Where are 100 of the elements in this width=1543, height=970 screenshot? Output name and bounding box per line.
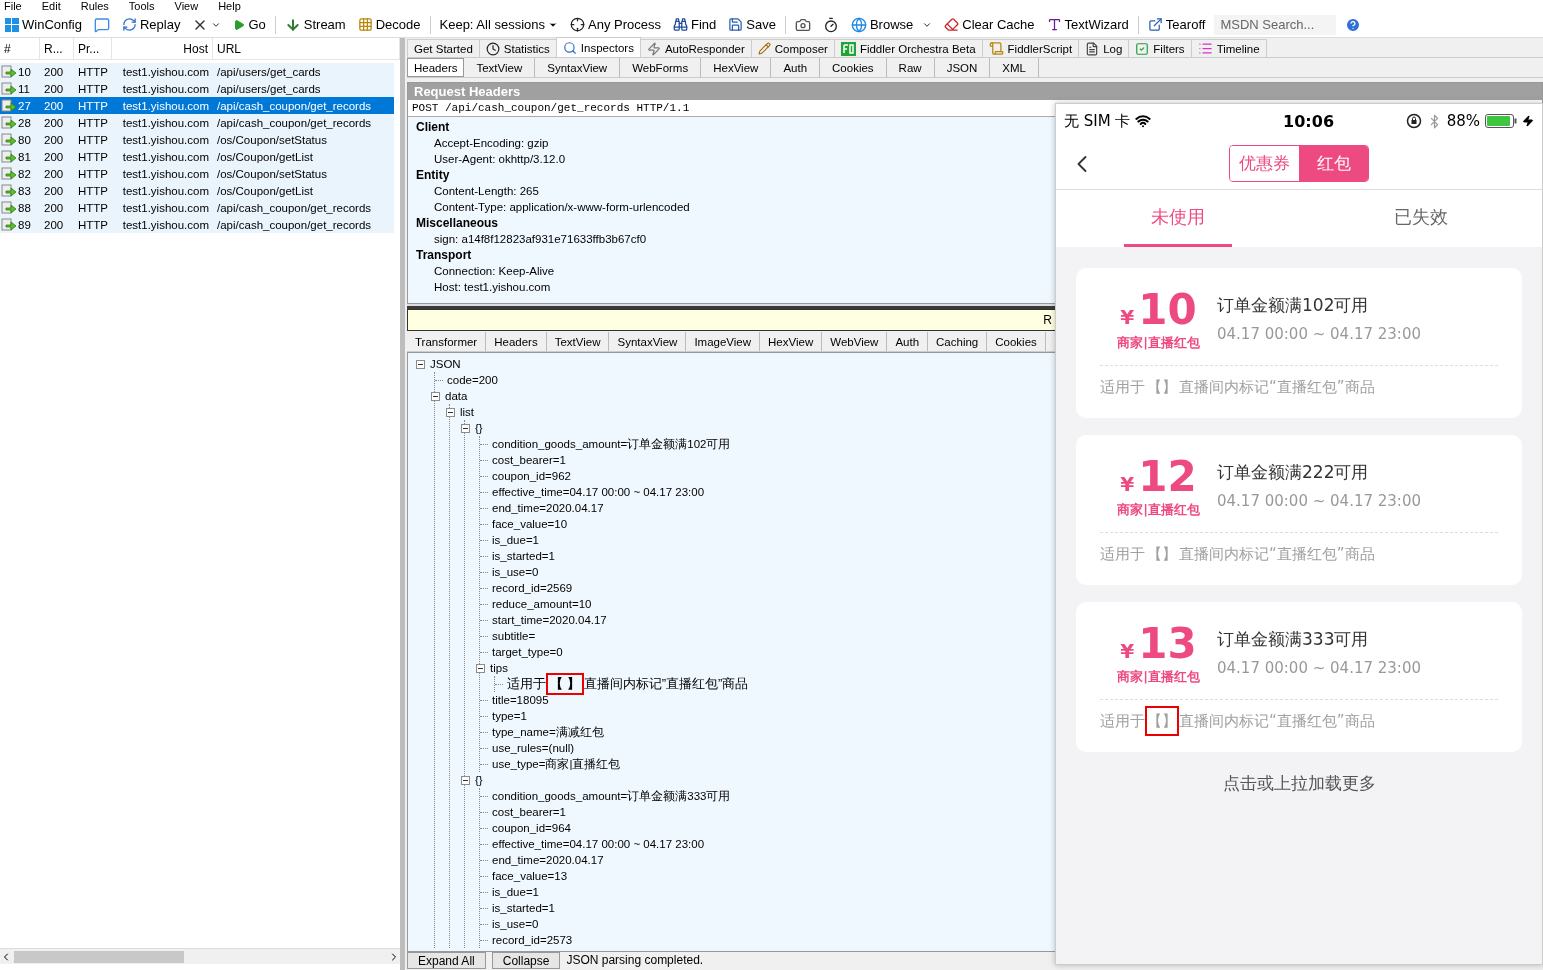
column-header[interactable]: # xyxy=(0,38,40,59)
menu-item[interactable]: File xyxy=(4,0,22,12)
request-tab[interactable]: Cookies xyxy=(820,58,887,77)
toolbar-button[interactable]: Clear Cache xyxy=(941,13,1038,36)
toolbar-button[interactable]: TextWizard xyxy=(1043,13,1132,36)
menu-item[interactable]: Help xyxy=(218,0,241,12)
menu-item[interactable]: View xyxy=(174,0,199,12)
response-tab[interactable]: Caching xyxy=(928,332,988,351)
response-tab[interactable]: SyntaxView xyxy=(609,332,687,351)
horizontal-scrollbar[interactable] xyxy=(0,948,400,964)
request-tab[interactable]: Raw xyxy=(886,58,935,77)
collapse-toggle-icon[interactable] xyxy=(461,775,470,785)
response-tab[interactable]: Headers xyxy=(486,332,547,351)
toolbar-button[interactable]: Find xyxy=(670,13,720,36)
session-row[interactable]: 83 200 HTTP test1.yishou.com /os/Coupon/getList xyxy=(0,182,394,199)
tree-button[interactable]: Expand All xyxy=(407,952,486,969)
request-tab[interactable]: JSON xyxy=(934,58,991,77)
toolbar-button[interactable]: WinConfig xyxy=(2,13,85,36)
inspector-tab[interactable]: Statistics xyxy=(478,39,557,57)
session-id: 81 xyxy=(18,150,31,163)
segment-tab[interactable]: 红包 xyxy=(1299,146,1368,181)
session-row[interactable]: 89 200 HTTP test1.yishou.com /api/cash_coupon/get_records xyxy=(0,216,394,233)
session-row[interactable]: 88 200 HTTP test1.yishou.com /api/cash_coupon/get_records xyxy=(0,199,394,216)
response-tab[interactable]: TextView xyxy=(546,332,610,351)
column-header[interactable]: Host xyxy=(112,38,213,59)
tree-node-text: end_time=2020.04.17 xyxy=(492,854,604,866)
inspector-tab[interactable]: Get Started xyxy=(407,39,480,57)
session-result: 200 xyxy=(43,133,65,146)
session-protocol: HTTP xyxy=(77,218,110,231)
toolbar-button[interactable]: Decode xyxy=(354,13,424,36)
request-tab[interactable]: TextView xyxy=(464,58,536,77)
inspector-tab[interactable]: Inspectors xyxy=(555,37,641,57)
menu-item[interactable]: Rules xyxy=(80,0,109,12)
inspector-tab[interactable]: Fiddler Orchestra Beta xyxy=(833,39,983,57)
inspector-tab[interactable]: Composer xyxy=(750,39,835,57)
menu-item[interactable]: Tools xyxy=(128,0,155,12)
tree-node-text: {} xyxy=(475,422,483,434)
response-tab[interactable]: Auth xyxy=(887,332,929,351)
column-header[interactable]: Pr... xyxy=(74,38,112,59)
toolbar-button[interactable]: Browse xyxy=(847,13,936,36)
inspector-tab[interactable]: Filters xyxy=(1128,39,1192,57)
coupon-tab[interactable]: 已失效 xyxy=(1366,190,1475,247)
collapse-toggle-icon[interactable] xyxy=(416,359,425,369)
coupon-card[interactable]: ¥12 商家|直播红包 订单金额满222可用 04.17 00:00 ~ 04.17 23:00 适用于【】直播间内标记“直播红包”商品 xyxy=(1076,435,1522,585)
column-header[interactable]: URL xyxy=(213,38,400,59)
fo-logo-icon xyxy=(840,41,856,56)
toolbar-button[interactable]: Save xyxy=(725,13,779,36)
search-field[interactable]: MSDN Search... xyxy=(1214,14,1337,35)
collapse-toggle-icon[interactable] xyxy=(446,407,455,417)
session-row[interactable]: 82 200 HTTP test1.yishou.com /os/Coupon/setStatus xyxy=(0,165,394,182)
request-icon xyxy=(1,98,17,113)
request-tab[interactable]: WebForms xyxy=(620,58,702,77)
toolbar-button[interactable]: Replay xyxy=(118,13,184,36)
response-tab[interactable]: HexView xyxy=(760,332,823,351)
session-row[interactable]: 80 200 HTTP test1.yishou.com /os/Coupon/setStatus xyxy=(0,131,394,148)
toolbar-button[interactable]: Go xyxy=(230,13,269,36)
session-url: /api/users/get_cards xyxy=(216,65,322,78)
inspector-tab[interactable]: FiddlerScript xyxy=(981,39,1080,57)
menu-item[interactable]: Edit xyxy=(41,0,61,12)
collapse-toggle-icon[interactable] xyxy=(476,663,485,673)
status-text: JSON parsing completed. xyxy=(566,952,704,969)
request-tab[interactable]: Auth xyxy=(771,58,821,77)
pencil-icon xyxy=(757,42,771,55)
load-more-text[interactable]: 点击或上拉加载更多 xyxy=(1222,773,1376,793)
request-tab[interactable]: HexView xyxy=(701,58,772,77)
session-protocol: HTTP xyxy=(77,167,110,180)
session-url: /os/Coupon/setStatus xyxy=(216,167,328,180)
response-tab[interactable]: Cookies xyxy=(987,332,1046,351)
collapse-toggle-icon[interactable] xyxy=(461,423,470,433)
request-tab[interactable]: XML xyxy=(990,58,1039,77)
inspector-tab[interactable]: AutoResponder xyxy=(639,39,752,57)
response-tab[interactable]: Transformer xyxy=(407,332,487,351)
session-row[interactable]: 10 200 HTTP test1.yishou.com /api/users/get_cards xyxy=(0,63,394,80)
tree-button[interactable]: Collapse xyxy=(491,952,561,969)
tree-node-text: record_id=2573 xyxy=(492,934,573,946)
inspector-tab[interactable]: Log xyxy=(1078,39,1130,57)
inspector-tab[interactable]: Timeline xyxy=(1190,39,1267,57)
column-header[interactable]: R... xyxy=(40,38,74,59)
request-tab[interactable]: SyntaxView xyxy=(535,58,621,77)
session-host: test1.yishou.com xyxy=(121,167,210,180)
response-tab[interactable]: WebView xyxy=(822,332,888,351)
response-tab[interactable]: ImageView xyxy=(686,332,761,351)
response-bar[interactable]: R xyxy=(407,309,1055,331)
session-row[interactable]: 81 200 HTTP test1.yishou.com /os/Coupon/getList xyxy=(0,148,394,165)
tree-node-text: face_value=10 xyxy=(492,518,568,530)
request-tab[interactable]: Headers xyxy=(407,58,465,77)
toolbar-button[interactable]: Any Process xyxy=(567,13,664,36)
toolbar-button[interactable]: Stream xyxy=(281,13,349,36)
session-row[interactable]: 27 200 HTTP test1.yishou.com /api/cash_coupon/get_records xyxy=(0,97,394,114)
toolbar-dropdown[interactable]: Keep: All sessions xyxy=(436,13,561,36)
toolbar-button[interactable]: Tearoff xyxy=(1144,13,1209,36)
coupon-card[interactable]: ¥13 商家|直播红包 订单金额满333可用 04.17 00:00 ~ 04.17 23:00 适用于【】直播间内标记“直播红包”商品 xyxy=(1076,602,1522,752)
coupon-tab[interactable]: 未使用 xyxy=(1123,190,1232,247)
coupon-card[interactable]: ¥10 商家|直播红包 订单金额满102可用 04.17 00:00 ~ 04.17 23:00 适用于【】直播间内标记“直播红包”商品 xyxy=(1076,268,1522,418)
coupon-note: 适用于【】直播间内标记“直播红包”商品 xyxy=(1100,376,1375,398)
collapse-toggle-icon[interactable] xyxy=(431,391,440,401)
session-id: 28 xyxy=(18,116,31,129)
session-row[interactable]: 11 200 HTTP test1.yishou.com /api/users/get_cards xyxy=(0,80,394,97)
currency-symbol: ¥ xyxy=(1120,472,1135,496)
session-row[interactable]: 28 200 HTTP test1.yishou.com /api/cash_coupon/get_records xyxy=(0,114,394,131)
